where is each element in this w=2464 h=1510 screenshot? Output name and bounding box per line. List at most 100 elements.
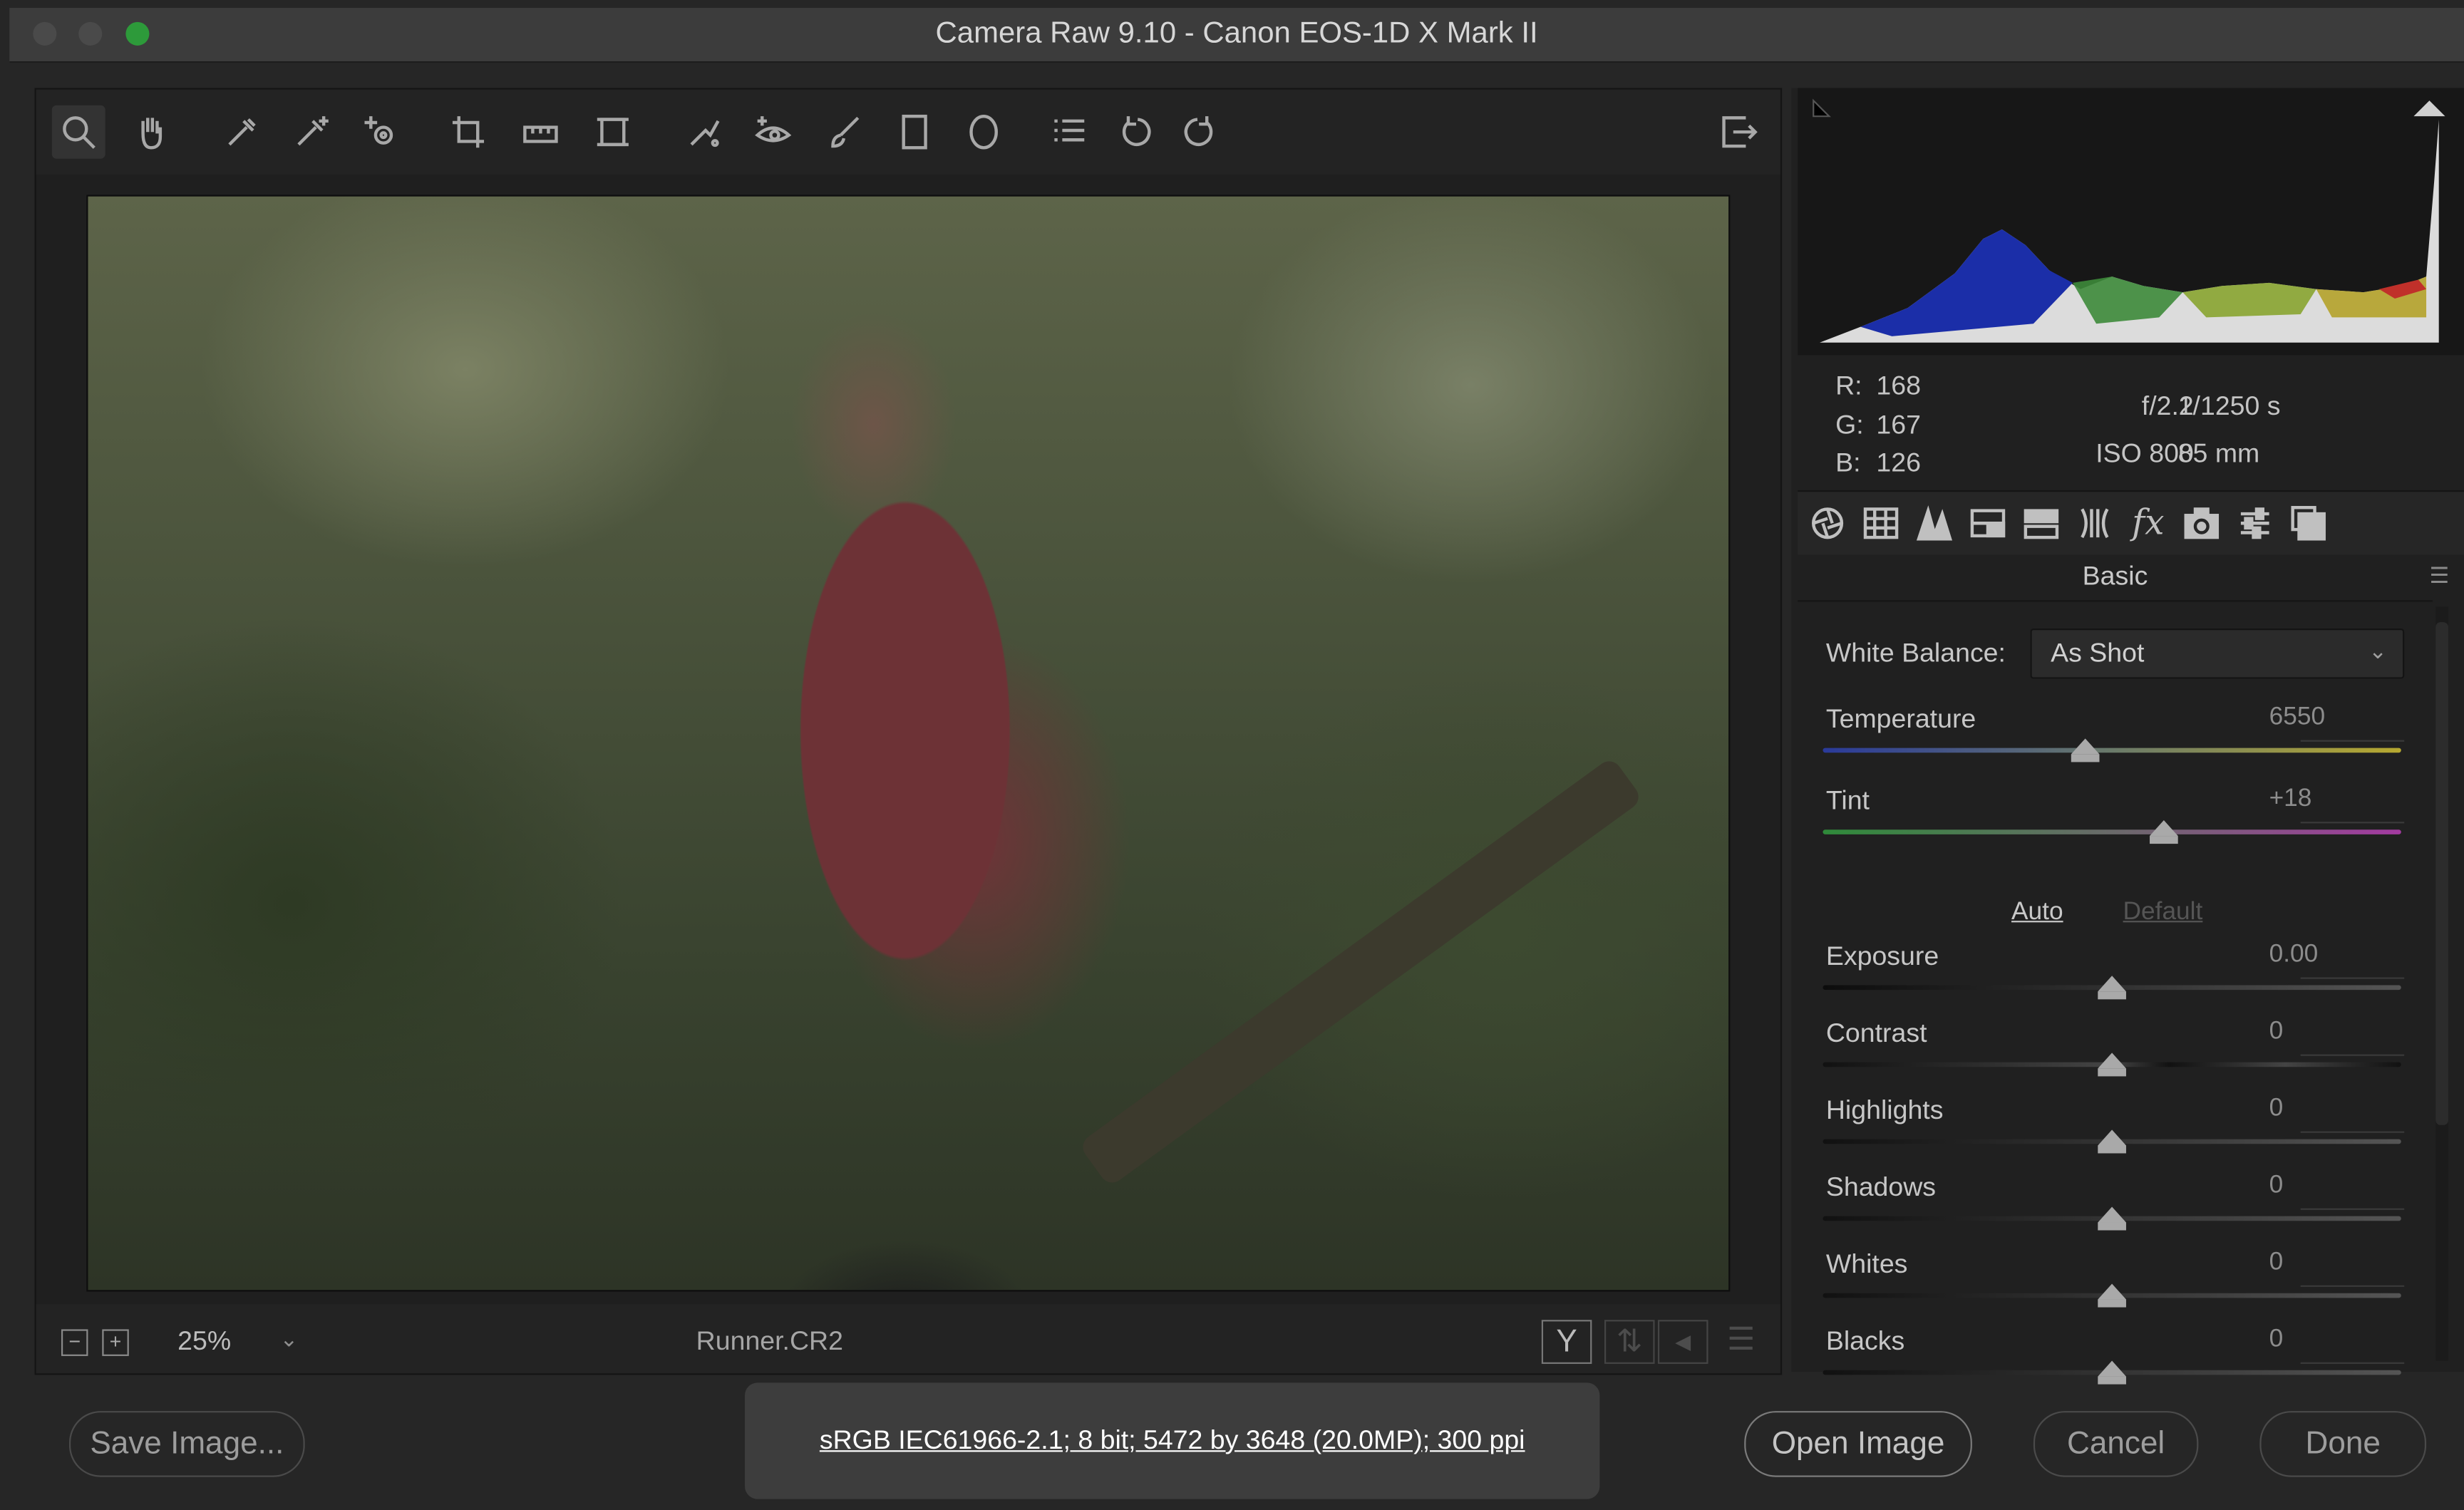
slider-thumb[interactable] [2098,1129,2126,1154]
tab-tone-curve-icon[interactable] [1860,503,1901,544]
white-balance-select[interactable]: As Shot ⌄ [2030,629,2405,679]
slider-thumb[interactable] [2098,1206,2126,1231]
rotate-right-icon[interactable] [1171,105,1225,159]
slider-label: Tint [1825,785,1870,816]
radial-filter-icon[interactable] [957,105,1011,159]
slider-value-field[interactable]: 0 [2269,1018,2370,1047]
open-preferences-icon[interactable] [1711,105,1765,159]
value-underline [2300,1208,2405,1210]
tab-lens-corrections-icon[interactable] [2074,503,2115,544]
crop-icon[interactable] [442,105,495,159]
value-underline [2300,1362,2405,1364]
presets-list-icon[interactable] [1042,105,1096,159]
b-label: B: [1835,448,1861,478]
slider-value-field[interactable]: 0.00 [2269,941,2370,970]
aperture: f/2.2 [2141,391,2194,421]
slider-label: Shadows [1825,1172,1937,1202]
graduated-filter-icon[interactable] [888,105,942,159]
before-after-toggle-icon[interactable]: Y [1541,1320,1592,1364]
tab-hsl-icon[interactable] [1967,503,2008,544]
slider-exposure[interactable]: Exposure 0.00 [1823,941,2405,1010]
value-underline [2300,977,2405,979]
copy-settings-icon[interactable]: ◂ [1657,1320,1708,1364]
title-bar: Camera Raw 9.10 - Canon EOS-1D X Mark II [9,8,2464,63]
railing-shape [1078,756,1644,1188]
slider-value-field[interactable]: +18 [2269,786,2370,815]
spot-removal-icon[interactable] [677,105,731,159]
adjustment-brush-icon[interactable] [819,105,872,159]
preview-status-bar: − + 25% ⌄ Runner.CR2 Y ⇅ ◂ ☰ [36,1304,1780,1374]
tab-detail-icon[interactable] [1914,503,1954,544]
eyedropper-icon[interactable] [215,105,269,159]
open-image-button[interactable]: Open Image [1744,1411,1972,1477]
white-balance-value: As Shot [2051,638,2145,668]
tab-presets-icon[interactable] [2234,503,2275,544]
workflow-options-box: sRGB IEC61966-2.1; 8 bit; 5472 by 3648 (… [745,1382,1600,1499]
zoom-out-button[interactable]: − [61,1329,88,1356]
hand-icon[interactable] [124,105,177,159]
slider-highlights[interactable]: Highlights 0 [1823,1095,2405,1164]
window-title: Camera Raw 9.10 - Canon EOS-1D X Mark II [935,17,1538,51]
slider-thumb[interactable] [2098,1360,2126,1385]
adjustments-pane: R: 168 G: 167 B: 126 f/2.2 ISO 800 1/1250 s… [1791,88,2464,1385]
zoom-icon[interactable] [51,105,105,159]
done-button[interactable]: Done [2259,1411,2427,1477]
slider-thumb[interactable] [2098,976,2126,1000]
straighten-icon[interactable] [514,105,567,159]
slider-thumb[interactable] [2071,738,2100,762]
slider-shadows[interactable]: Shadows 0 [1823,1172,2405,1241]
panel-title: Basic [1798,553,2433,602]
preview-preferences-icon[interactable]: ☰ [1718,1320,1765,1360]
r-label: R: [1835,371,1862,401]
slider-blacks[interactable]: Blacks 0 [1823,1326,2405,1395]
focal-length: 85 mm [2177,438,2260,469]
slider-whites[interactable]: Whites 0 [1823,1248,2405,1318]
slider-value-field[interactable]: 0 [2269,1172,2370,1201]
tab-split-toning-icon[interactable] [2021,503,2061,544]
iso: ISO 800 [2096,438,2194,469]
slider-thumb[interactable] [2098,1283,2126,1308]
tab-camera-calibration-icon[interactable] [2181,503,2222,544]
panel-scrollbar[interactable] [2435,606,2448,1361]
rotate-left-icon[interactable] [1111,105,1165,159]
targeted-adjust-icon[interactable] [354,105,407,159]
slider-label: Whites [1825,1248,1908,1279]
zoom-in-button[interactable]: + [102,1329,129,1356]
slider-contrast[interactable]: Contrast 0 [1823,1018,2405,1087]
transform-icon[interactable] [586,105,639,159]
red-eye-icon[interactable] [746,105,800,159]
slider-temperature[interactable]: Temperature 6550 [1823,703,2405,773]
slider-track[interactable] [1823,829,2401,834]
scrollbar-thumb[interactable] [2435,622,2448,1125]
slider-label: Temperature [1825,703,1976,734]
slider-value-field[interactable]: 0 [2269,1095,2370,1124]
zoom-level[interactable]: 25% [177,1326,231,1358]
tab-effects-icon[interactable]: fx [2128,503,2168,544]
slider-label: Highlights [1825,1095,1944,1125]
chevron-down-icon: ⌄ [2368,638,2387,663]
save-image-button[interactable]: Save Image... [69,1411,305,1477]
shutter-speed: 1/1250 s [2177,391,2281,421]
slider-value-field[interactable]: 6550 [2269,704,2370,733]
b-value: 126 [1876,448,1921,478]
exif-left: f/2.2 ISO 800 [2046,383,2194,477]
auto-link[interactable]: Auto [2011,899,2063,927]
panel-menu-icon[interactable]: ☰ [2429,562,2451,589]
workflow-options-link[interactable]: sRGB IEC61966-2.1; 8 bit; 5472 by 3648 (… [745,1425,1599,1457]
tab-basic-aperture-icon[interactable] [1807,503,1847,544]
slider-value-field[interactable]: 0 [2269,1249,2370,1278]
slider-thumb[interactable] [2098,1053,2126,1077]
slider-label: Exposure [1825,941,1939,971]
slider-thumb[interactable] [2150,820,2178,844]
slider-track[interactable] [1823,748,2401,753]
default-link[interactable]: Default [2123,899,2203,927]
chevron-down-icon[interactable]: ⌄ [279,1326,298,1353]
slider-value-field[interactable]: 0 [2269,1326,2370,1355]
exif-right: 1/1250 s 85 mm [2178,383,2281,477]
swap-settings-icon[interactable]: ⇅ [1604,1320,1655,1364]
image-preview[interactable] [86,195,1731,1292]
tab-snapshots-icon[interactable] [2288,503,2329,544]
color-sampler-icon[interactable] [284,105,338,159]
cancel-button[interactable]: Cancel [2033,1411,2199,1477]
slider-tint[interactable]: Tint +18 [1823,785,2405,855]
